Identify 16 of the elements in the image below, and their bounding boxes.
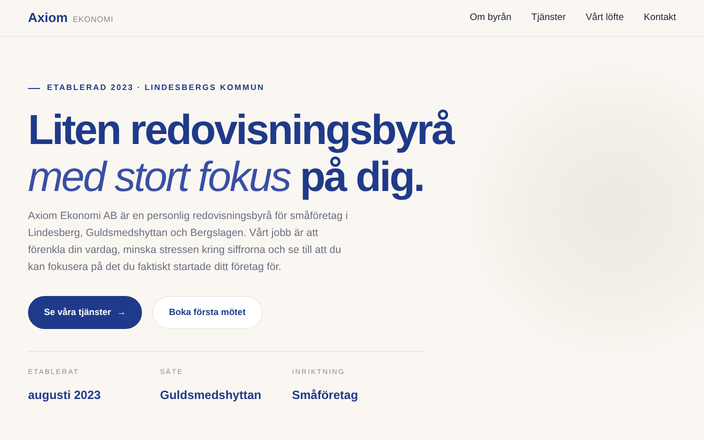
nav-link[interactable]: Kontakt [644,10,676,26]
headline: på dig. [300,153,424,200]
nav-link[interactable]: Vårt löfte [586,10,624,26]
intro-paragraph: Axiom Ekonomi AB är en personlig redovisningsbyrå för småföretag i Lindesberg, Guldsmedshyttan och Bergslagen. Vårt jobb är att förenkla din vardag, minska stressen kring siffrorna och se till att du kan fokusera på det du faktiskt startade ditt företag för. [28,209,349,276]
headline: Liten redovisningsbyrå [28,106,455,154]
nav-link[interactable]: Om byrån [470,10,512,26]
booking-button[interactable]: Boka första mötet [152,296,263,330]
services-button[interactable]: Se våra tjänster → [28,296,142,330]
fact-value: Guldsmedshyttan [160,386,262,404]
headline-italic: med stort fokus [28,153,290,200]
nav-link[interactable]: Tjänster [531,10,566,26]
fact-value: Småföretag [292,386,360,404]
logo[interactable]: Axiom [28,8,68,28]
fact-value: augusti 2023 [28,386,102,404]
eyebrow-text: ETABLERAD 2023 · LINDESBERGS KOMMUN [47,82,265,94]
logo-subtitle: EKONOMI [72,14,114,26]
